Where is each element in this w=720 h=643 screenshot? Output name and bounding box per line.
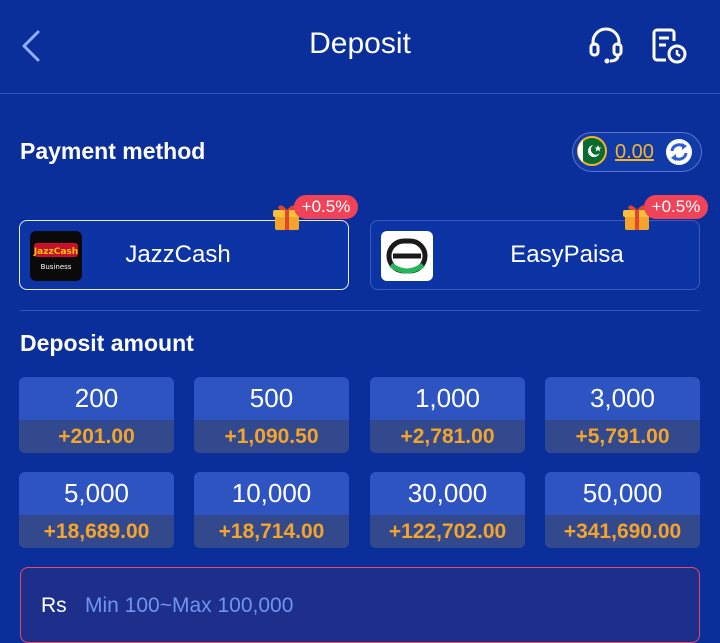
method-name-easypaisa: EasyPaisa xyxy=(510,241,624,268)
amount-value: 3,000 xyxy=(589,383,656,413)
amount-option[interactable]: 10,000 +18,714.00 xyxy=(194,472,349,548)
amount-bonus: +341,690.00 xyxy=(545,515,700,548)
amount-bonus: +18,714.00 xyxy=(194,515,349,548)
balance-pill: 0.00 xyxy=(572,132,702,172)
amount-value: 5,000 xyxy=(63,478,130,508)
section-divider xyxy=(20,310,700,311)
amount-value: 50,000 xyxy=(582,478,663,508)
deposit-amount-label: Deposit amount xyxy=(20,330,194,356)
jazzcash-logo-text: JazzCash xyxy=(33,247,78,257)
amount-value: 1,000 xyxy=(414,383,481,413)
amount-option[interactable]: 50,000 +341,690.00 xyxy=(545,472,700,548)
amount-value: 30,000 xyxy=(407,478,488,508)
header-bar: Deposit xyxy=(0,0,720,94)
amount-bonus: +1,090.50 xyxy=(194,420,349,453)
amount-option[interactable]: 200 +201.00 xyxy=(19,377,174,453)
jazzcash-logo-sub: Business xyxy=(41,263,72,271)
promo-badge-jazzcash: +0.5% xyxy=(294,195,358,219)
amount-value: 500 xyxy=(249,383,294,413)
amount-bonus: +201.00 xyxy=(19,420,174,453)
payment-method-label: Payment method xyxy=(20,138,206,164)
amount-bonus: +18,689.00 xyxy=(19,515,174,548)
pakistan-flag-icon xyxy=(577,136,607,166)
promo-badge-easypaisa: +0.5% xyxy=(644,195,708,219)
amount-option[interactable]: 1,000 +2,781.00 xyxy=(370,377,525,453)
amount-option[interactable]: 500 +1,090.50 xyxy=(194,377,349,453)
amount-option[interactable]: 3,000 +5,791.00 xyxy=(545,377,700,453)
amount-input-box: Rs xyxy=(20,567,700,643)
easypaisa-logo xyxy=(381,231,433,281)
refresh-icon[interactable] xyxy=(665,138,693,166)
amount-value: 200 xyxy=(74,383,119,413)
balance-value: 0.00 xyxy=(615,141,654,163)
currency-label: Rs xyxy=(41,594,67,617)
headset-icon[interactable] xyxy=(588,26,624,64)
method-name-jazzcash: JazzCash xyxy=(125,241,231,268)
history-icon[interactable] xyxy=(650,27,688,65)
amount-bonus: +2,781.00 xyxy=(370,420,525,453)
amount-option[interactable]: 5,000 +18,689.00 xyxy=(19,472,174,548)
amount-input[interactable] xyxy=(83,588,667,624)
amount-bonus: +122,702.00 xyxy=(370,515,525,548)
jazzcash-logo: JazzCash Business xyxy=(30,231,82,281)
amount-value: 10,000 xyxy=(231,478,312,508)
amount-option[interactable]: 30,000 +122,702.00 xyxy=(370,472,525,548)
amount-bonus: +5,791.00 xyxy=(545,420,700,453)
